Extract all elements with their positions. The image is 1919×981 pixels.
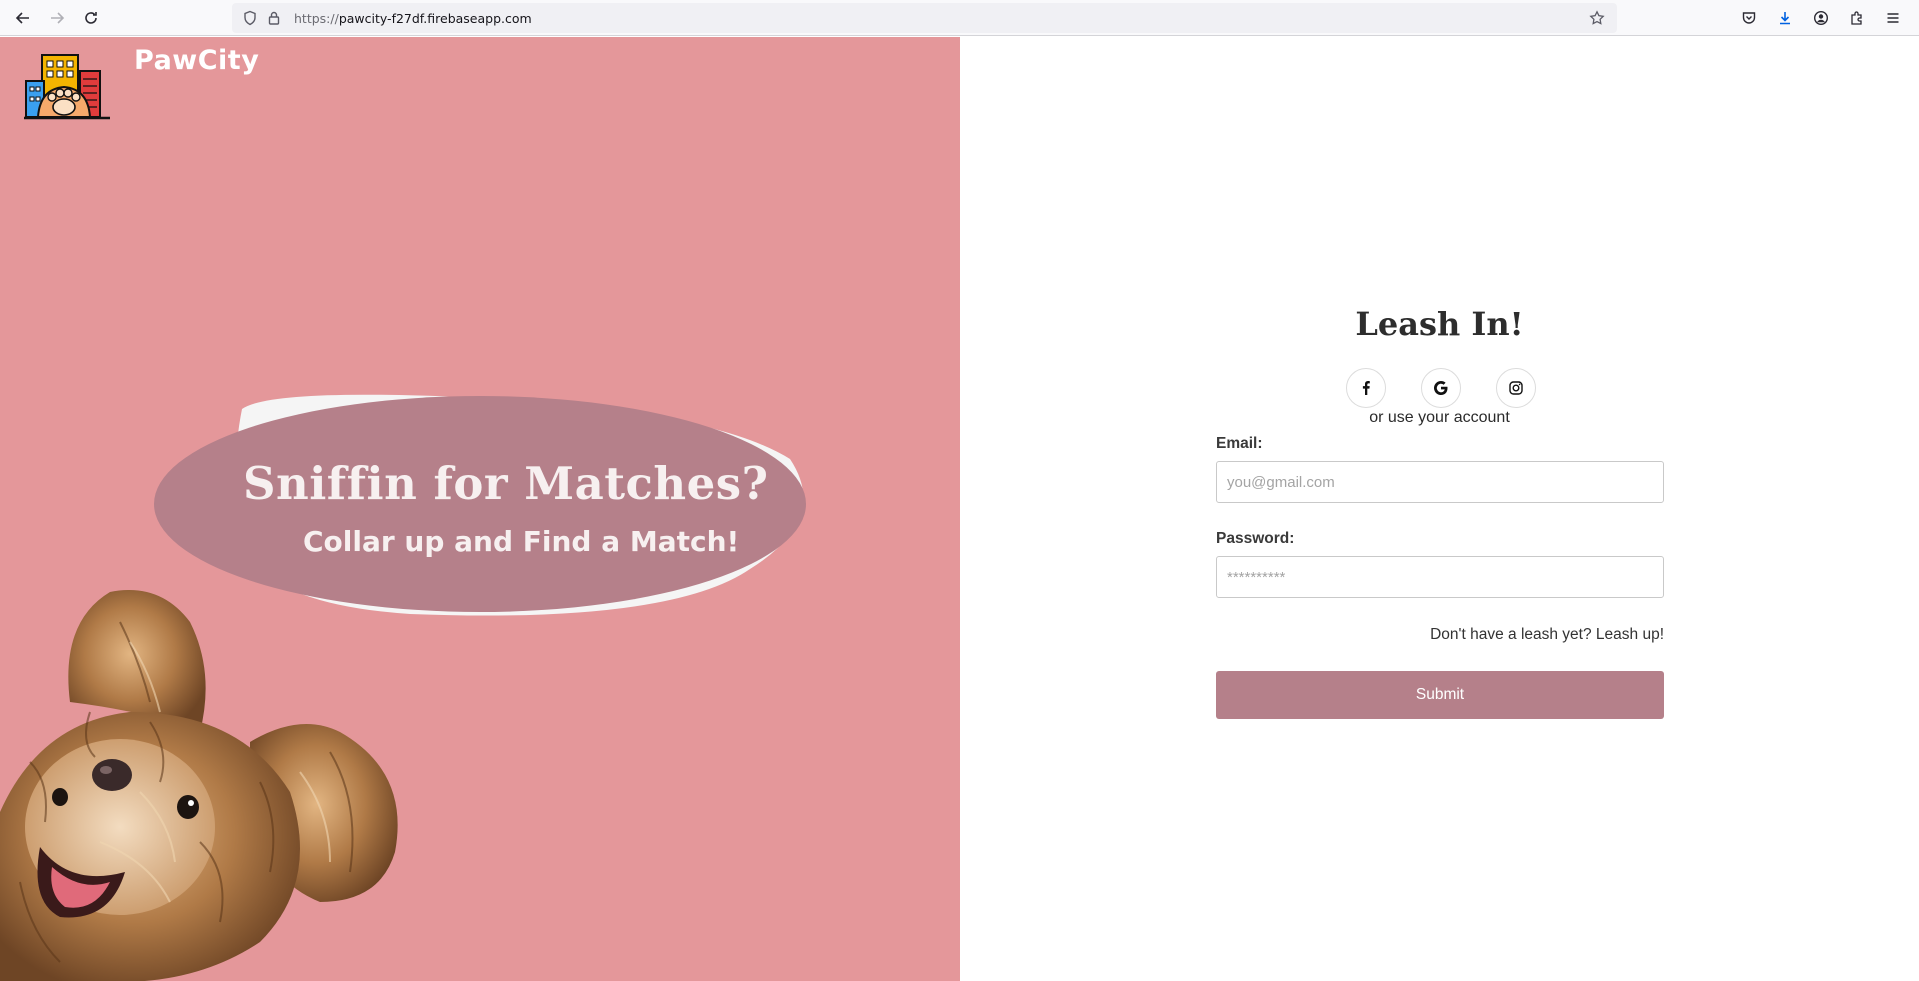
url-scheme: https:// [294, 10, 339, 26]
download-icon[interactable] [1769, 3, 1801, 33]
password-label: Password: [1216, 530, 1295, 547]
facebook-icon [1362, 381, 1370, 395]
back-button[interactable] [6, 3, 40, 33]
submit-button[interactable]: Submit [1216, 671, 1664, 719]
google-icon [1434, 381, 1448, 395]
bookmark-star-icon[interactable] [1585, 6, 1609, 30]
back-arrow-icon [15, 11, 29, 24]
lock-icon[interactable] [262, 6, 286, 30]
extensions-icon[interactable] [1841, 3, 1873, 33]
reload-icon [85, 11, 97, 24]
login-panel: Leash In! or use your account Email: Pas… [960, 37, 1919, 981]
forward-arrow-icon [51, 11, 65, 24]
url-host: pawcity-f27df.firebaseapp.com [338, 10, 532, 26]
reload-button[interactable] [74, 3, 108, 33]
account-icon[interactable] [1805, 3, 1837, 33]
dog-illustration [0, 590, 398, 981]
pocket-icon[interactable] [1733, 3, 1765, 33]
hero-headline: Sniffin for Matches? [243, 457, 769, 510]
hero-panel: PawCity Sniffin for Matches? Collar up a… [0, 37, 960, 981]
brand-name: PawCity [134, 45, 260, 76]
facebook-login-button[interactable] [1346, 368, 1386, 408]
menu-icon[interactable] [1877, 3, 1909, 33]
instagram-icon [1509, 381, 1523, 395]
address-bar[interactable]: https://pawcity-f27df.firebaseapp.com [232, 3, 1617, 33]
browser-toolbar: https://pawcity-f27df.firebaseapp.com [0, 0, 1919, 36]
password-field[interactable] [1216, 556, 1664, 598]
forward-button[interactable] [40, 3, 74, 33]
email-field[interactable] [1216, 461, 1664, 503]
hero-subline: Collar up and Find a Match! [303, 525, 740, 558]
alt-login-text: or use your account [1369, 409, 1510, 426]
url-text[interactable]: https://pawcity-f27df.firebaseapp.com [294, 11, 532, 26]
google-login-button[interactable] [1421, 368, 1461, 408]
pawcity-logo-icon [24, 54, 110, 120]
shield-icon[interactable] [238, 6, 262, 30]
signup-link[interactable]: Don't have a leash yet? Leash up! [1216, 626, 1664, 644]
login-title: Leash In! [1355, 305, 1524, 343]
instagram-login-button[interactable] [1496, 368, 1536, 408]
email-label: Email: [1216, 435, 1263, 452]
social-login-row [1346, 368, 1536, 408]
